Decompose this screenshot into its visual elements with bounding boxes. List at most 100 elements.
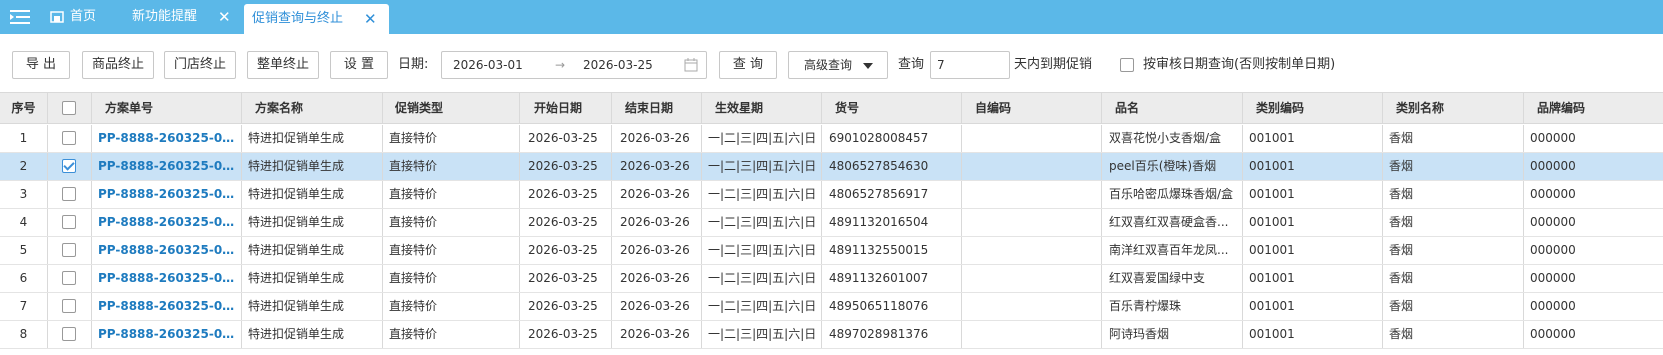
- query-button[interactable]: 查 询: [719, 51, 777, 79]
- cell-code[interactable]: PP-8888-260325-0008: [92, 125, 242, 152]
- table-row[interactable]: 7 PP-8888-260325-0008 特进扣促销单生成 直接特价 2026-03-…: [0, 293, 1663, 321]
- select-all-checkbox[interactable]: [62, 101, 76, 115]
- header-select-all[interactable]: [48, 93, 92, 123]
- cell-brand: 000000: [1530, 215, 1576, 229]
- cell-code[interactable]: PP-8888-260325-0008: [92, 209, 242, 236]
- days-input[interactable]: [930, 51, 1010, 79]
- cell-code[interactable]: PP-8888-260325-0008: [92, 265, 242, 292]
- row-select-cell[interactable]: [48, 265, 92, 292]
- cell-start: 2026-03-25: [520, 237, 612, 264]
- product-end-button[interactable]: 商品终止: [82, 51, 154, 79]
- cell-end: 2026-03-26: [612, 321, 702, 348]
- cell-code[interactable]: PP-8888-260325-0008: [92, 293, 242, 320]
- cell-cat-name: 香烟: [1383, 125, 1524, 152]
- cell-week: 一|二|三|四|五|六|日: [702, 321, 822, 348]
- cell-product: 红双喜红双喜硬盒香...: [1102, 209, 1243, 236]
- cell-code[interactable]: PP-8888-260325-0008: [92, 153, 242, 180]
- cell-sku: 4891132601007: [822, 265, 962, 292]
- cell-no: 4: [0, 209, 48, 236]
- row-checkbox[interactable]: [62, 271, 76, 285]
- row-select-cell[interactable]: [48, 321, 92, 348]
- audit-date-checkbox[interactable]: [1120, 58, 1134, 72]
- order-end-button[interactable]: 整单终止: [247, 51, 319, 79]
- row-select-cell[interactable]: [48, 293, 92, 320]
- cell-type: 直接特价: [383, 181, 520, 208]
- row-checkbox[interactable]: [62, 299, 76, 313]
- row-checkbox[interactable]: [62, 131, 76, 145]
- table-row[interactable]: 8 PP-8888-260325-0008 特进扣促销单生成 直接特价 2026-03-…: [0, 321, 1663, 349]
- tab-feature-reminder[interactable]: 新功能提醒 ✕: [132, 0, 232, 34]
- row-select-cell[interactable]: [48, 209, 92, 236]
- cell-sku: 4897028981376: [822, 321, 962, 348]
- cell-week: 一|二|三|四|五|六|日: [702, 209, 822, 236]
- row-select-cell[interactable]: [48, 125, 92, 152]
- store-end-button[interactable]: 门店终止: [164, 51, 236, 79]
- advanced-query-dropdown[interactable]: 高级查询: [788, 51, 888, 79]
- cell-no: 2: [0, 153, 48, 180]
- tab-promo-query[interactable]: 促销查询与终止 ✕: [244, 4, 389, 34]
- close-icon[interactable]: ✕: [364, 4, 377, 34]
- cell-start: 2026-03-25: [520, 153, 612, 180]
- cell-end: 2026-03-26: [612, 237, 702, 264]
- cell-product: 双喜花悦小支香烟/盒: [1102, 125, 1243, 152]
- table-row[interactable]: 4 PP-8888-260325-0008 特进扣促销单生成 直接特价 2026-03-…: [0, 209, 1663, 237]
- days-suffix-label: 天内到期促销: [1014, 57, 1093, 72]
- cell-selfcode: [962, 125, 1102, 152]
- cell-type: 直接特价: [383, 237, 520, 264]
- cell-brand: 000000: [1530, 159, 1576, 173]
- row-checkbox[interactable]: [62, 159, 76, 173]
- export-button[interactable]: 导 出: [12, 51, 70, 79]
- cell-sku: 4806527856917: [822, 181, 962, 208]
- cell-selfcode: [962, 321, 1102, 348]
- arrow-right-icon: →: [555, 58, 566, 72]
- cell-week: 一|二|三|四|五|六|日: [702, 181, 822, 208]
- row-checkbox[interactable]: [62, 215, 76, 229]
- cell-type: 直接特价: [383, 321, 520, 348]
- row-checkbox[interactable]: [62, 187, 76, 201]
- table-header: 序号 方案单号 方案名称 促销类型 开始日期 结束日期 生效星期 货号 自编码 …: [0, 93, 1663, 124]
- home-icon: [50, 11, 64, 23]
- audit-date-label: 按审核日期查询(否则按制单日期): [1143, 57, 1336, 72]
- cell-selfcode: [962, 293, 1102, 320]
- cell-end: 2026-03-26: [612, 293, 702, 320]
- table-row[interactable]: 1 PP-8888-260325-0008 特进扣促销单生成 直接特价 2026-03-…: [0, 125, 1663, 153]
- cell-code[interactable]: PP-8888-260325-0008: [92, 237, 242, 264]
- calendar-icon[interactable]: [684, 58, 698, 72]
- cell-code[interactable]: PP-8888-260325-0008: [92, 321, 242, 348]
- menu-toggle-icon[interactable]: [10, 9, 30, 25]
- header-week: 生效星期: [702, 93, 822, 123]
- cell-week: 一|二|三|四|五|六|日: [702, 237, 822, 264]
- cell-selfcode: [962, 153, 1102, 180]
- row-select-cell[interactable]: [48, 181, 92, 208]
- close-icon[interactable]: ✕: [218, 0, 231, 34]
- header-type: 促销类型: [383, 93, 520, 123]
- cell-cat-code: 001001: [1243, 293, 1383, 320]
- row-checkbox[interactable]: [62, 243, 76, 257]
- table-row[interactable]: 2 PP-8888-260325-0008 特进扣促销单生成 直接特价 2026-03-…: [0, 153, 1663, 181]
- tab-home[interactable]: 首页: [48, 0, 128, 34]
- row-checkbox[interactable]: [62, 327, 76, 341]
- header-start: 开始日期: [520, 93, 612, 123]
- table-row[interactable]: 3 PP-8888-260325-0008 特进扣促销单生成 直接特价 2026-03-…: [0, 181, 1663, 209]
- cell-no: 3: [0, 181, 48, 208]
- row-select-cell[interactable]: [48, 237, 92, 264]
- cell-end: 2026-03-26: [612, 153, 702, 180]
- caret-down-icon: [863, 63, 873, 69]
- cell-code[interactable]: PP-8888-260325-0008: [92, 181, 242, 208]
- date-start[interactable]: 2026-03-01: [453, 52, 523, 78]
- cell-cat-name: 香烟: [1383, 321, 1524, 348]
- cell-product: 红双喜爱国绿中支: [1102, 265, 1243, 292]
- date-range-picker[interactable]: 2026-03-01 → 2026-03-25: [441, 51, 707, 79]
- cell-start: 2026-03-25: [520, 293, 612, 320]
- table-row[interactable]: 5 PP-8888-260325-0008 特进扣促销单生成 直接特价 2026-03-…: [0, 237, 1663, 265]
- table-row[interactable]: 6 PP-8888-260325-0008 特进扣促销单生成 直接特价 2026-03-…: [0, 265, 1663, 293]
- tab-feature-label: 新功能提醒: [132, 9, 198, 24]
- header-code: 方案单号: [92, 93, 242, 123]
- cell-name: 特进扣促销单生成: [242, 237, 383, 264]
- cell-cat-code: 001001: [1243, 153, 1383, 180]
- settings-button[interactable]: 设 置: [330, 51, 388, 79]
- promo-table: 序号 方案单号 方案名称 促销类型 开始日期 结束日期 生效星期 货号 自编码 …: [0, 92, 1663, 355]
- row-select-cell[interactable]: [48, 153, 92, 180]
- date-end[interactable]: 2026-03-25: [583, 52, 653, 78]
- header-cat-code: 类别编码: [1243, 93, 1383, 123]
